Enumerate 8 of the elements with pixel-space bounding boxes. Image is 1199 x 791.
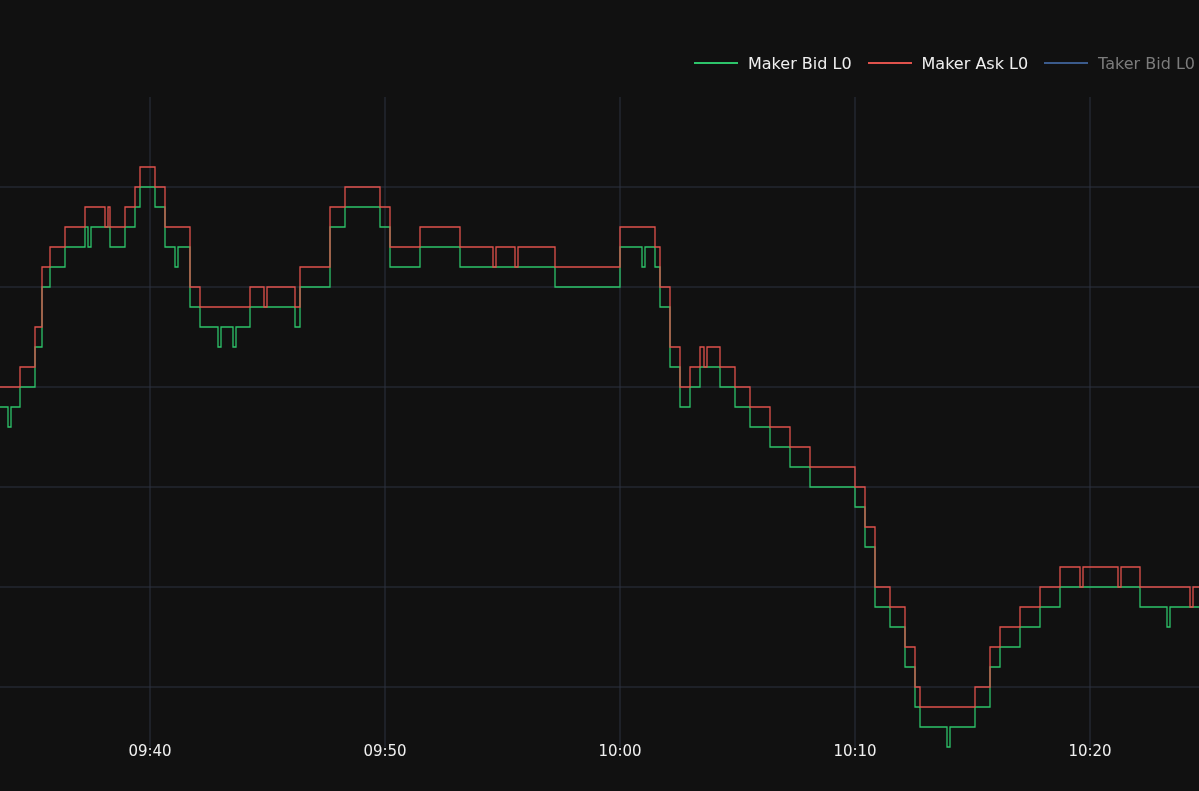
legend-item[interactable]: Taker Bid L0 <box>1040 51 1195 75</box>
axis-tick-label: 09:40 <box>128 742 172 760</box>
axis-tick-label: 10:10 <box>833 742 877 760</box>
legend-item[interactable]: Maker Bid L0 <box>690 51 852 75</box>
axis-tick-label: 10:20 <box>1068 742 1112 760</box>
axis-tick-label: 10:00 <box>598 742 642 760</box>
axis-tick-label: 09:50 <box>363 742 407 760</box>
legend-item[interactable]: Maker Ask L0 <box>863 51 1029 75</box>
